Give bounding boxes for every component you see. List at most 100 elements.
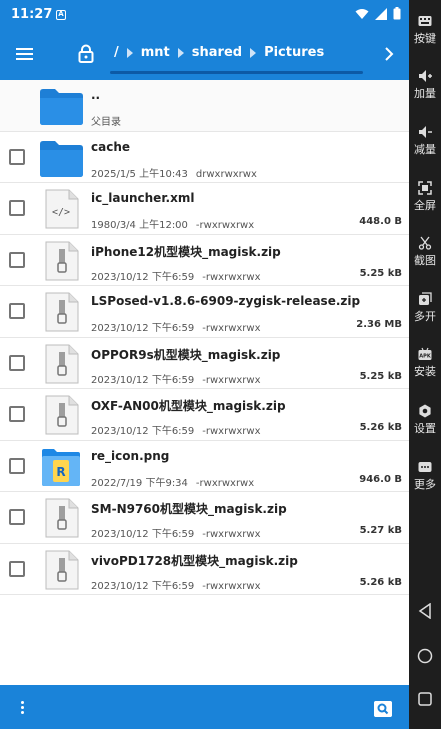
file-permissions: -rwxrwxrwx: [202, 529, 261, 540]
toolbar: / mnt shared Pictures: [0, 29, 409, 80]
select-checkbox[interactable]: [9, 303, 25, 319]
file-size: 5.26 kB: [359, 422, 402, 433]
file-size: 5.26 kB: [359, 576, 402, 588]
select-checkbox[interactable]: [9, 406, 25, 422]
file-size: 5.27 kB: [359, 525, 402, 536]
side-button-scissors[interactable]: 截图: [409, 236, 441, 268]
breadcrumb-shared[interactable]: shared: [188, 45, 246, 60]
emulator-side-panel: 按键加量减量全屏截图多开 APK 安装设置更多: [409, 0, 441, 729]
chevron-right-icon[interactable]: [384, 46, 394, 62]
back-nav-icon[interactable]: [409, 603, 441, 619]
side-button-label: 更多: [414, 478, 436, 491]
file-name: LSPosed-v1.8.6-6909-zygisk-release.zip: [91, 294, 361, 308]
breadcrumb-mnt[interactable]: mnt: [137, 45, 174, 60]
file-name: re_icon.png: [91, 448, 170, 463]
bottom-bar: [0, 685, 409, 729]
select-checkbox[interactable]: [9, 457, 25, 474]
file-date: 2023/10/12 下午6:59: [91, 529, 195, 540]
breadcrumb-scroll-indicator: [110, 71, 363, 74]
breadcrumb-pictures[interactable]: Pictures: [260, 45, 328, 60]
file-date: 2022/7/19 下午9:34: [91, 477, 188, 489]
image-file-icon: R: [38, 447, 84, 487]
file-size: 448.0 B: [359, 216, 402, 227]
file-date: 2023/10/12 下午6:59: [91, 271, 195, 283]
side-button-keyboard[interactable]: 按键: [409, 14, 441, 46]
file-row[interactable]: cache 2025/1/5 上午10:43 drwxrwxrwx: [0, 131, 409, 183]
file-date: 2025/1/5 上午10:43: [91, 168, 188, 180]
lock-icon[interactable]: [78, 44, 94, 63]
side-button-volume-down[interactable]: 减量: [409, 125, 441, 157]
wifi-icon: [355, 8, 369, 19]
file-meta: 2023/10/12 下午6:59 -rwxrwxrwx: [91, 268, 261, 283]
select-checkbox[interactable]: [9, 509, 25, 525]
file-row[interactable]: iPhone12机型模块_magisk.zip 2023/10/12 下午6:59…: [0, 234, 409, 286]
file-permissions: -rwxrwxrwx: [195, 220, 255, 231]
file-row[interactable]: OPPOR9s机型模块_magisk.zip 2023/10/12 下午6:59-…: [0, 337, 409, 389]
file-list: .. 父目录 cache 2025/1/5 上午10:43 drwxrwxrwx </> i…: [0, 80, 409, 595]
file-name: SM-N9760机型模块_magisk.zip: [91, 502, 287, 516]
file-name: ..: [91, 88, 101, 102]
file-date: 2023/10/12 下午6:59: [91, 580, 195, 592]
side-button-volume-up[interactable]: 加量: [409, 69, 441, 101]
side-button-settings[interactable]: 设置: [409, 404, 441, 436]
file-meta: 1980/3/4 上午12:00 -rwxrwxrwx: [91, 216, 254, 231]
file-name: iPhone12机型模块_magisk.zip: [91, 244, 281, 259]
chevron-right-icon: [177, 47, 184, 58]
file-row[interactable]: Rre_icon.png 2022/7/19 下午9:34 -rwxrwxrwx 94…: [0, 440, 409, 492]
file-meta: 2023/10/12 下午6:59 -rwxrwxrwx: [91, 525, 261, 540]
signal-icon: [375, 7, 387, 20]
file-size: 5.25 kB: [359, 267, 402, 279]
volume-down-icon: [418, 125, 432, 139]
folder-icon: [38, 86, 84, 126]
file-date: 2023/10/12 下午6:59: [91, 374, 195, 386]
zip-file-icon: [38, 550, 84, 590]
file-row[interactable]: OXF-AN00机型模块_magisk.zip 2023/10/12 下午6:59…: [0, 389, 409, 441]
file-row[interactable]: </> ic_launcher.xml 1980/3/4 上午12:00 -rwxrw…: [0, 183, 409, 235]
volume-up-icon: [418, 69, 432, 83]
zip-file-icon: [38, 292, 84, 332]
file-name: OPPOR9s机型模块_magisk.zip: [91, 347, 281, 362]
status-time: 11:27: [11, 7, 53, 22]
side-button-label: 全屏: [414, 199, 436, 212]
file-meta: 2025/1/5 上午10:43 drwxrwxrwx: [91, 165, 257, 180]
file-permissions: -rwxrwxrwx: [202, 323, 261, 334]
search-icon[interactable]: [374, 701, 392, 717]
home-nav-icon[interactable]: [409, 648, 441, 664]
file-permissions: -rwxrwxrwx: [195, 477, 255, 489]
side-button-label: 减量: [414, 143, 436, 156]
side-button-apk-install[interactable]: APK 安装: [409, 347, 441, 379]
file-row[interactable]: LSPosed-v1.8.6-6909-zygisk-release.zip 20…: [0, 286, 409, 338]
file-name: vivoPD1728机型模块_magisk.zip: [91, 553, 298, 568]
select-checkbox[interactable]: [9, 354, 25, 371]
side-button-label: 安装: [414, 365, 436, 378]
side-button-label: 多开: [414, 310, 436, 323]
file-meta: 2022/7/19 下午9:34 -rwxrwxrwx: [91, 474, 254, 489]
parent-directory-row[interactable]: .. 父目录: [0, 80, 409, 132]
notification-a-icon: A: [56, 10, 66, 20]
chevron-right-icon: [126, 47, 133, 58]
select-checkbox[interactable]: [9, 148, 25, 165]
apk-install-icon: APK: [418, 347, 432, 361]
status-bar: 11:27 A: [0, 0, 409, 29]
select-checkbox[interactable]: [9, 560, 25, 577]
file-meta: 父目录: [91, 113, 121, 128]
side-button-more[interactable]: 更多: [409, 460, 441, 492]
chevron-right-icon: [250, 47, 257, 58]
side-button-multi-open[interactable]: 多开: [409, 292, 441, 324]
breadcrumb-root[interactable]: /: [110, 45, 123, 60]
menu-icon[interactable]: [16, 47, 33, 61]
file-permissions: -rwxrwxrwx: [202, 271, 261, 283]
file-manager-app: 11:27 A / mnt shared Pictures .. 父目录 cac…: [0, 0, 409, 729]
more-vert-icon[interactable]: [21, 701, 25, 715]
file-date: 父目录: [91, 117, 121, 128]
side-button-label: 设置: [414, 422, 436, 435]
recents-nav-icon[interactable]: [409, 692, 441, 706]
file-row[interactable]: SM-N9760机型模块_magisk.zip 2023/10/12 下午6:59…: [0, 492, 409, 544]
file-row[interactable]: vivoPD1728机型模块_magisk.zip 2023/10/12 下午6:…: [0, 543, 409, 595]
side-button-fullscreen[interactable]: 全屏: [409, 181, 441, 213]
select-checkbox[interactable]: [9, 200, 25, 216]
file-date: 2023/10/12 下午6:59: [91, 426, 195, 437]
status-icons: [355, 7, 401, 20]
zip-file-icon: [38, 241, 84, 281]
select-checkbox[interactable]: [9, 251, 25, 268]
